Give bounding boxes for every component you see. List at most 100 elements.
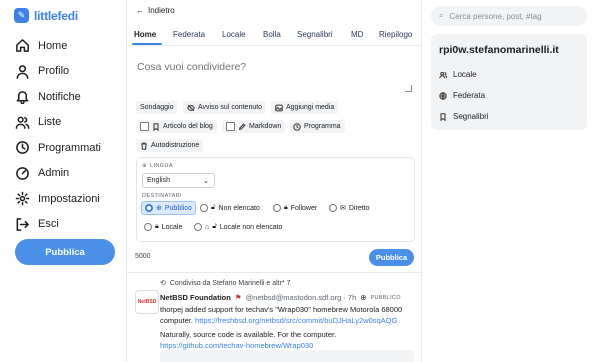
eye-off-icon	[187, 104, 195, 111]
radio[interactable]	[273, 204, 281, 212]
link-preview-card[interactable]	[160, 350, 414, 362]
markdown-toggle[interactable]: Markdown	[222, 120, 286, 133]
avatar[interactable]: NetBSD	[135, 290, 159, 314]
sidebar-item-federata[interactable]: Federata	[439, 91, 485, 100]
sidebar-publish-button[interactable]: Pubblica	[15, 239, 115, 265]
lock-icon: 🔒︎	[284, 204, 288, 211]
author-handle[interactable]: @netbsd@mastodon.sdf.org · 7h	[246, 293, 357, 302]
nav-item-notifiche[interactable]: Notifiche	[15, 84, 101, 110]
nav-item-admin[interactable]: Admin	[15, 161, 101, 187]
tab-bolla[interactable]: Bolla	[263, 30, 281, 39]
language-value: English	[147, 177, 170, 184]
recipients-label: DESTINATARI	[142, 193, 182, 199]
content-warning-button[interactable]: Avviso sul contenuto	[183, 101, 267, 114]
nav-item-programmati[interactable]: Programmati	[15, 135, 101, 161]
image-icon	[275, 104, 283, 111]
post-content: thorpej added support for techav's "Wrap…	[160, 305, 414, 351]
radio[interactable]	[194, 223, 202, 231]
visibility-option-public[interactable]: ⊕ Pubblico	[141, 201, 196, 215]
boost-text: Condiviso da Stefano Marinelli e altr* 7	[169, 279, 291, 287]
add-media-button[interactable]: Aggiungi media	[271, 101, 339, 114]
search-box[interactable]: ⌕ Cerca persone, post, #tag	[431, 6, 587, 26]
self-destruct-label: Autodistruzione	[151, 142, 200, 149]
globe-icon: ⊕	[142, 163, 148, 169]
blog-article-toggle[interactable]: Articolo del blog	[136, 120, 217, 133]
language-label-text: LINGUA	[150, 163, 173, 169]
boost-info: ⟲ Condiviso da Stefano Marinelli e altr*…	[160, 279, 291, 288]
globe-icon	[439, 91, 447, 100]
chevron-down-icon: ⌄	[203, 178, 209, 185]
poll-button[interactable]: Sondaggio	[136, 101, 178, 114]
resize-handle[interactable]	[405, 85, 412, 92]
visibility-option-direct[interactable]: ✉ Diretto	[326, 202, 373, 214]
radio[interactable]	[329, 204, 337, 212]
post-header: NetBSD Foundation ⚑ @netbsd@mastodon.sdf…	[160, 293, 401, 302]
tab-federata[interactable]: Federata	[173, 30, 205, 39]
main-nav: Home Profilo Notifiche Liste Programmati…	[15, 33, 101, 237]
sidebar-item-locale[interactable]: Locale	[439, 70, 477, 79]
trash-icon	[141, 142, 147, 150]
nav-item-impostazioni[interactable]: Impostazioni	[15, 186, 101, 212]
author-name[interactable]: NetBSD Foundation	[160, 293, 231, 302]
main-column: ← Indietro Home Federata Locale Bolla Se…	[127, 0, 421, 362]
visibility-label: Follower	[290, 204, 318, 212]
radio[interactable]	[145, 204, 153, 212]
post-link[interactable]: https://github.com/techav-homebrew/Wrap0…	[160, 341, 313, 350]
radio[interactable]	[144, 223, 152, 231]
nav-item-home[interactable]: Home	[15, 33, 101, 59]
nav-item-esci[interactable]: Esci	[15, 212, 101, 238]
visibility-option-local-unlisted[interactable]: ⌂ 🔓︎ Locale non elencato	[191, 221, 285, 233]
tab-home[interactable]: Home	[134, 30, 156, 39]
compose-input[interactable]	[135, 59, 417, 97]
back-label: Indietro	[148, 6, 175, 15]
visibility-option-local[interactable]: 🔒︎ Locale	[141, 221, 185, 233]
bell-icon	[16, 91, 29, 105]
back-link[interactable]: ← Indietro	[136, 6, 175, 15]
nav-label: Notifiche	[38, 90, 81, 103]
users-icon	[439, 71, 447, 78]
brand-name: littlefedi	[34, 8, 79, 23]
visibility-label: Non elencato	[218, 204, 260, 212]
markdown-label: Markdown	[249, 123, 282, 130]
self-destruct-button[interactable]: Autodistruzione	[136, 139, 204, 152]
sidebar-item-label: Federata	[453, 91, 486, 100]
sidebar-item-label: Segnalibri	[453, 112, 489, 121]
publish-button[interactable]: Pubblica	[369, 249, 414, 266]
gear-icon	[15, 191, 30, 206]
search-input[interactable]: Cerca persone, post, #tag	[449, 12, 541, 21]
radio[interactable]	[200, 204, 208, 212]
visibility-option-unlisted[interactable]: 🔓︎ Non elencato	[197, 202, 263, 214]
clock-icon	[16, 141, 29, 155]
post-link[interactable]: https://freshbsd.org/netbsd/src/commit/b…	[195, 316, 397, 325]
sidebar-item-segnalibri[interactable]: Segnalibri	[439, 112, 489, 121]
tab-md[interactable]: MD	[351, 30, 363, 39]
lock-open-icon: 🔓︎	[211, 204, 216, 211]
post-text: Naturally, source code is available. For…	[160, 330, 337, 339]
schedule-button[interactable]: Programma	[289, 120, 345, 133]
timeline-tabs: Home Federata Locale Bolla Segnalibri MD…	[127, 23, 421, 46]
account-name[interactable]: rpi0w.stefanomarinelli.it	[439, 44, 559, 56]
checkbox[interactable]	[140, 122, 149, 131]
bookmark-icon	[153, 122, 159, 131]
lock-open-icon: 🔓︎	[212, 223, 217, 230]
nav-item-liste[interactable]: Liste	[15, 110, 101, 136]
poll-label: Sondaggio	[140, 104, 174, 111]
right-sidebar: ⌕ Cerca persone, post, #tag rpi0w.stefan…	[422, 0, 600, 362]
mail-icon: ✉	[340, 205, 346, 212]
repeat-icon: ⟲	[160, 280, 166, 287]
checkbox[interactable]	[226, 122, 235, 131]
brand[interactable]: ✎ littlefedi	[14, 8, 78, 23]
tab-riepilogo[interactable]: Riepilogo	[379, 30, 412, 39]
home-icon: ⌂	[205, 223, 210, 231]
blog-article-label: Articolo del blog	[163, 123, 213, 130]
divider	[127, 272, 421, 273]
arrow-left-icon: ←	[136, 6, 144, 15]
nav-item-profilo[interactable]: Profilo	[15, 59, 101, 85]
visibility-option-followers[interactable]: 🔒︎ Follower	[270, 202, 320, 214]
language-select[interactable]: English ⌄	[142, 173, 215, 188]
tab-locale[interactable]: Locale	[222, 30, 246, 39]
globe-icon: ⊕	[156, 205, 162, 212]
lock-icon: 🔒︎	[155, 223, 159, 230]
nav-label: Admin	[38, 167, 70, 180]
tab-segnalibri[interactable]: Segnalibri	[297, 30, 333, 39]
